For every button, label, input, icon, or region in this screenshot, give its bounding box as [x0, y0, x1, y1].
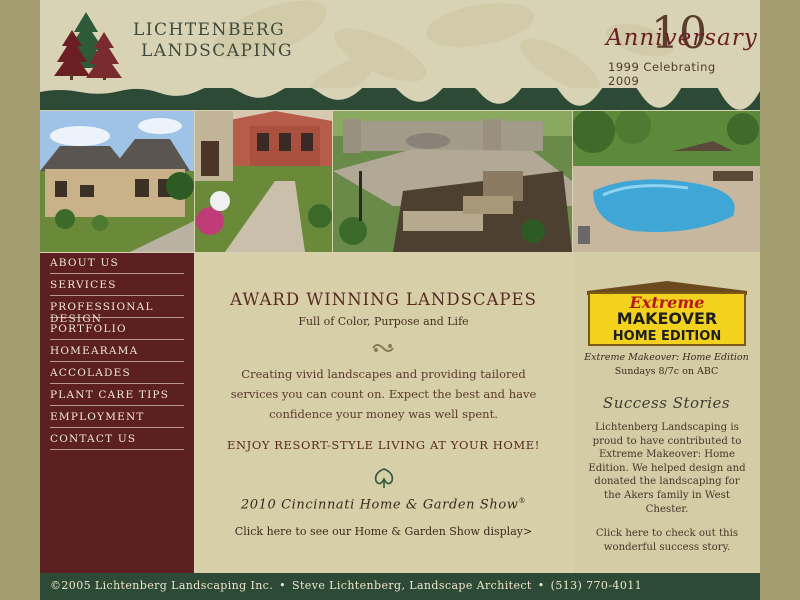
brand-line-1: LICHTENBERG	[133, 20, 286, 40]
main-heading: AWARD WINNING LANDSCAPES	[230, 290, 537, 309]
main-content: AWARD WINNING LANDSCAPES Full of Color, …	[195, 253, 572, 573]
anniversary-badge: 10 Anniversary 1999 Celebrating 2009	[606, 12, 757, 89]
resort-tagline: ENJOY RESORT-STYLE LIVING AT YOUR HOME!	[226, 438, 541, 452]
header-green-band	[40, 73, 760, 110]
makeover-line-3: HOME EDITION	[613, 329, 721, 344]
header: LICHTENBERG LANDSCAPING 10 Anniversary 1…	[40, 0, 760, 92]
nav-services[interactable]: SERVICES	[50, 275, 184, 296]
home-garden-show-title: 2010 Cincinnati Home & Garden Show®	[195, 497, 572, 512]
nav-contact-us[interactable]: CONTACT US	[50, 429, 184, 450]
leaf-ornament-icon	[374, 468, 394, 488]
footer: ©2005 Lichtenberg Landscaping Inc. • Steve…	[40, 573, 760, 600]
page: LICHTENBERG LANDSCAPING 10 Anniversary 1…	[40, 0, 760, 600]
anniversary-script: Anniversary	[606, 25, 758, 51]
nav-professional-design[interactable]: PROFESSIONAL DESIGN	[50, 297, 184, 325]
bullet-separator: •	[537, 579, 545, 592]
intro-paragraph: Creating vivid landscapes and providing …	[230, 367, 537, 421]
photo-strip	[40, 110, 760, 253]
nav-portfolio[interactable]: PORTFOLIO	[50, 319, 184, 340]
success-stories-title: Success Stories	[602, 394, 731, 412]
anniversary-years: 1999 Celebrating 2009	[608, 60, 716, 88]
patio-photo	[333, 111, 572, 252]
sidebar-nav: ABOUT US SERVICES PROFESSIONAL DESIGN PO…	[40, 253, 194, 573]
footer-architect: Steve Lichtenberg, Landscape Architect	[292, 579, 532, 592]
makeover-line-2: MAKEOVER	[617, 309, 717, 328]
tree-logo-icon	[54, 12, 122, 80]
brand-line-2: LANDSCAPING	[141, 41, 294, 61]
nav-plant-care-tips[interactable]: PLANT CARE TIPS	[50, 385, 184, 406]
extreme-makeover-logo[interactable]: Extreme MAKEOVER HOME EDITION	[585, 279, 749, 347]
house-photo	[40, 111, 194, 252]
footer-copyright: ©2005 Lichtenberg Landscaping Inc.	[50, 579, 274, 592]
show-title-text: 2010 Cincinnati Home & Garden Show	[240, 497, 519, 513]
home-garden-show-link[interactable]: Click here to see our Home & Garden Show…	[195, 525, 572, 538]
brand-name[interactable]: LICHTENBERG LANDSCAPING	[133, 20, 293, 62]
success-story-text: Lichtenberg Landscaping is proud to have…	[588, 422, 746, 515]
walkway-photo	[195, 111, 332, 252]
nav-homearama[interactable]: HOMEARAMA	[50, 341, 184, 362]
footer-phone: (513) 770-4011	[550, 579, 643, 592]
makeover-time-caption: Sundays 8/7c on ABC	[614, 366, 719, 377]
flourish-icon	[372, 344, 394, 352]
bullet-separator: •	[279, 579, 287, 592]
right-sidebar: Extreme MAKEOVER HOME EDITION Extreme Ma…	[573, 253, 760, 573]
nav-about-us[interactable]: ABOUT US	[50, 253, 184, 274]
pool-photo	[573, 111, 760, 252]
footer-text: ©2005 Lichtenberg Landscaping Inc. • Steve…	[50, 579, 642, 592]
main-subheading: Full of Color, Purpose and Life	[298, 315, 469, 328]
nav-accolades[interactable]: ACCOLADES	[50, 363, 184, 384]
nav-employment[interactable]: EMPLOYMENT	[50, 407, 184, 428]
registered-mark: ®	[518, 497, 527, 505]
makeover-show-caption: Extreme Makeover: Home Edition	[584, 352, 749, 363]
success-story-link[interactable]: Click here to check out this wonderful s…	[587, 527, 747, 554]
